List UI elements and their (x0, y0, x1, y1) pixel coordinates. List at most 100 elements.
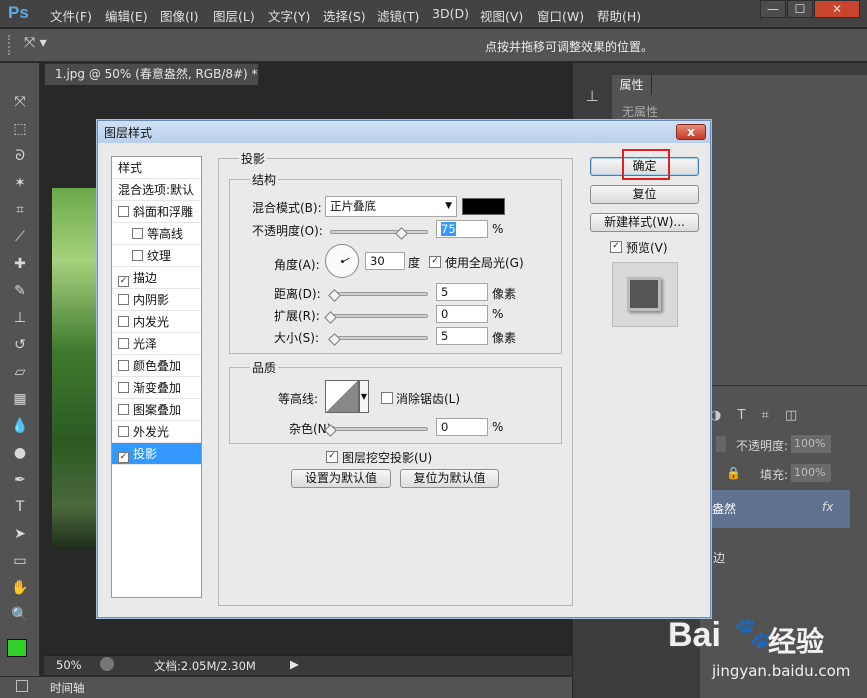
brush-icon[interactable]: ✎ (10, 282, 30, 300)
magic-wand-icon[interactable]: ✶ (10, 174, 30, 192)
style-item[interactable]: ✓ 描边 (112, 267, 201, 289)
status-arrow-icon[interactable]: ▶ (290, 657, 299, 671)
style-item-checkbox[interactable] (118, 360, 129, 371)
set-default-button[interactable]: 设置为默认值 (291, 469, 391, 488)
menu-filter[interactable]: 滤镜(T) (377, 6, 419, 25)
blur-icon[interactable]: 💧 (10, 417, 30, 435)
size-slider[interactable] (330, 336, 428, 340)
distance-slider[interactable] (330, 292, 428, 296)
menu-select[interactable]: 选择(S) (323, 6, 366, 25)
style-item[interactable]: 混合选项:默认 (112, 179, 201, 201)
style-item[interactable]: 外发光 (112, 421, 201, 443)
opacity-input[interactable]: 75 (436, 220, 488, 238)
antialias-label[interactable]: 消除锯齿(L) (396, 390, 460, 407)
menu-file[interactable]: 文件(F) (50, 6, 92, 25)
style-item[interactable]: 颜色叠加 (112, 355, 201, 377)
hand-icon[interactable]: ✋ (10, 579, 30, 597)
dialog-close-button[interactable]: x (676, 124, 706, 140)
stamp-panel-icon[interactable]: ⊥ (581, 87, 603, 109)
zoom-level[interactable]: 50% (56, 658, 82, 672)
foreground-color[interactable] (7, 639, 27, 657)
layer-effect-name[interactable]: 边 (713, 549, 725, 566)
fx-icon[interactable]: fx (822, 500, 833, 514)
style-item[interactable]: 光泽 (112, 333, 201, 355)
menu-edit[interactable]: 编辑(E) (105, 6, 148, 25)
new-style-button[interactable]: 新建样式(W)... (590, 213, 699, 232)
eyedropper-icon[interactable]: ⟋ (10, 228, 30, 246)
style-item[interactable]: 等高线 (112, 223, 201, 245)
preview-label[interactable]: 预览(V) (626, 239, 668, 256)
distance-input[interactable]: 5 (436, 283, 488, 301)
opacity-slider[interactable] (330, 230, 428, 234)
menu-image[interactable]: 图像(I) (160, 6, 198, 25)
shadow-color-swatch[interactable] (462, 198, 505, 215)
contour-preview[interactable] (325, 380, 359, 413)
maximize-icon[interactable]: ☐ (787, 0, 813, 18)
antialias-checkbox[interactable] (381, 392, 393, 404)
style-item-checkbox[interactable] (118, 382, 129, 393)
spread-slider[interactable] (330, 314, 428, 318)
knockout-label[interactable]: 图层挖空投影(U) (342, 449, 432, 466)
menu-layer[interactable]: 图层(L) (213, 6, 255, 25)
global-light-label[interactable]: 使用全局光(G) (445, 254, 524, 271)
properties-tab[interactable]: 属性 (612, 75, 652, 95)
style-item[interactable]: 内阴影 (112, 289, 201, 311)
rectangle-icon[interactable]: ▭ (10, 552, 30, 570)
style-item[interactable]: 图案叠加 (112, 399, 201, 421)
style-item[interactable]: 样式 (112, 157, 201, 179)
blend-mode-select[interactable]: 正片叠底 ▼ (325, 196, 457, 217)
style-item-checkbox[interactable]: ✓ (118, 276, 129, 287)
path-select-icon[interactable]: ➤ (10, 525, 30, 543)
menu-help[interactable]: 帮助(H) (597, 6, 641, 25)
move-icon[interactable]: ⤧ (10, 93, 30, 111)
style-item[interactable]: ✓ 投影 (112, 443, 201, 465)
style-item-checkbox[interactable] (118, 206, 129, 217)
timeline-label[interactable]: 时间轴 (50, 680, 85, 696)
blend-dropdown-stub[interactable] (716, 436, 726, 452)
style-item-checkbox[interactable] (118, 426, 129, 437)
layers-opacity-value[interactable]: 100% (791, 435, 831, 453)
type-icon[interactable]: T (10, 498, 30, 516)
knockout-checkbox[interactable]: ✓ (326, 451, 338, 463)
style-item[interactable]: 渐变叠加 (112, 377, 201, 399)
style-item[interactable]: 内发光 (112, 311, 201, 333)
style-item[interactable]: 纹理 (112, 245, 201, 267)
global-light-checkbox[interactable]: ✓ (429, 256, 441, 268)
style-item[interactable]: 斜面和浮雕 (112, 201, 201, 223)
eraser-icon[interactable]: ▱ (10, 363, 30, 381)
close-icon[interactable]: ✕ (814, 0, 860, 18)
menu-3d[interactable]: 3D(D) (432, 6, 469, 21)
layer-name[interactable]: 盎然 (712, 500, 736, 517)
pen-icon[interactable]: ✒ (10, 471, 30, 489)
lasso-icon[interactable]: ᘐ (10, 147, 30, 165)
menu-type[interactable]: 文字(Y) (268, 6, 310, 25)
gradient-icon[interactable]: ▦ (10, 390, 30, 408)
noise-input[interactable]: 0 (436, 418, 488, 436)
style-item-checkbox[interactable] (132, 250, 143, 261)
contour-dropdown-icon[interactable]: ▼ (359, 380, 369, 413)
layer-filter-icons[interactable]: ◑ T ⌗ ◫ (710, 408, 803, 423)
reset-button[interactable]: 复位 (590, 185, 699, 204)
zoom-icon[interactable]: 🔍 (10, 606, 30, 624)
menu-view[interactable]: 视图(V) (480, 6, 523, 25)
layer-row[interactable]: 盎然 fx (700, 490, 850, 528)
crop-icon[interactable]: ⌗ (10, 201, 30, 219)
menu-window[interactable]: 窗口(W) (537, 6, 584, 25)
marquee-icon[interactable]: ⬚ (10, 120, 30, 138)
document-tab[interactable]: 1.jpg @ 50% (春意盎然, RGB/8#) * × (44, 63, 259, 101)
reset-default-button[interactable]: 复位为默认值 (400, 469, 499, 488)
history-brush-icon[interactable]: ↺ (10, 336, 30, 354)
lock-icon[interactable]: 🔒 (726, 466, 741, 480)
noise-slider[interactable] (330, 427, 428, 431)
style-item-checkbox[interactable] (118, 404, 129, 415)
style-item-checkbox[interactable] (118, 294, 129, 305)
minimize-icon[interactable]: — (760, 0, 786, 18)
size-input[interactable]: 5 (436, 327, 488, 345)
move-tool-icon[interactable]: ⤧ ▾ (24, 35, 47, 51)
style-item-checkbox[interactable] (118, 338, 129, 349)
angle-input[interactable]: 30 (365, 252, 405, 270)
canvas-image[interactable] (52, 188, 97, 550)
layers-fill-value[interactable]: 100% (791, 464, 831, 482)
healing-icon[interactable]: ✚ (10, 255, 30, 273)
angle-dial[interactable] (325, 244, 359, 278)
